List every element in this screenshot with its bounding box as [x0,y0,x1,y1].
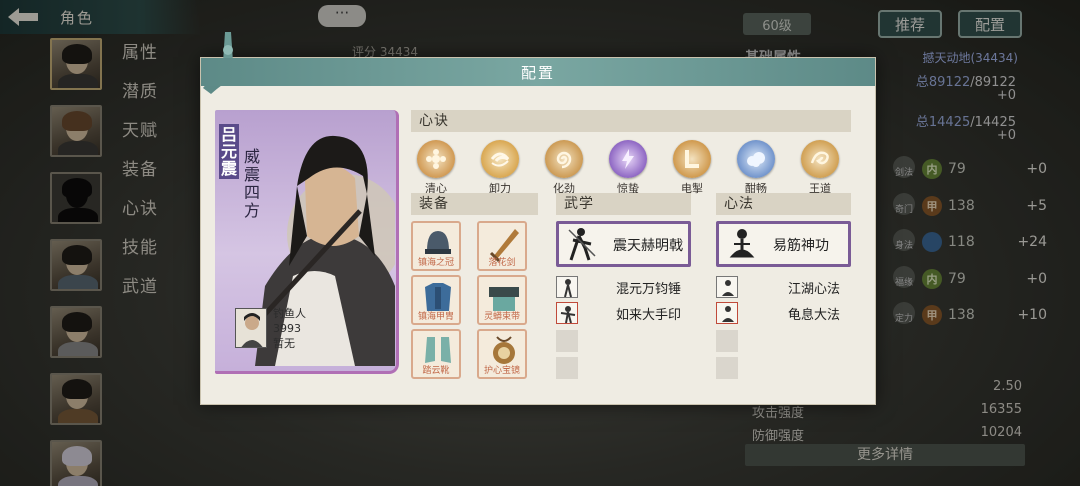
owner-status: 暂无 [273,337,295,350]
hammer-stance-icon [556,276,578,298]
palm-stance-icon [556,302,578,324]
equipment-name: 灵蟒束带 [483,312,520,322]
main-inner-art-slot[interactable]: 易筋神功 [716,221,851,267]
cloud-icon[interactable] [737,140,775,178]
main-martial-art-name: 震天赫明戟 [613,238,683,254]
owner-info: 钓鱼人 3993 暂无 [273,306,306,351]
lightning-icon[interactable] [609,140,647,178]
character-card[interactable]: 吕元震 威震四方 钓鱼人 3993 暂无 [215,110,399,374]
swirl-icon[interactable] [481,140,519,178]
amulet-slot[interactable]: 护心宝镜 [477,329,527,379]
inner-art-slot[interactable]: 江湖心法 [716,276,856,298]
character-title: 威震四方 [243,147,260,220]
equipment-name: 落花剑 [488,258,516,268]
martial-art-name: 混元万钧锤 [616,282,682,297]
armor-slot[interactable]: 镇海甲胄 [411,275,461,325]
empty-martial-art-slot[interactable] [556,330,578,352]
empty-inner-art-slot[interactable] [716,330,738,352]
martial-art-name: 如来大手印 [616,308,682,323]
spiral-icon[interactable] [545,140,583,178]
martial-art-slot[interactable]: 如来大手印 [556,302,696,324]
halberd-stance-icon [568,228,596,261]
xinjue-section-header: 心诀 [411,110,851,132]
equipment-name: 镇海之冠 [417,258,454,268]
equipment-section-header: 装备 [411,193,538,215]
meditation-small-icon [716,276,738,298]
martial-arts-section-header: 武学 [556,193,691,215]
config-dialog: 配置 吕元震 威震四方 钓鱼人 3993 暂无 心诀 清心 卸力 化劲 惊蛰 电… [200,32,876,405]
flower-icon[interactable] [417,140,455,178]
slash-icon[interactable] [673,140,711,178]
empty-martial-art-slot[interactable] [556,357,578,379]
owner-name: 钓鱼人 [273,307,306,320]
inner-art-name: 江湖心法 [788,282,841,297]
dragon-icon[interactable] [801,140,839,178]
inner-art-slot[interactable]: 龟息大法 [716,302,856,324]
meditation-icon [729,229,755,258]
equipment-name: 护心宝镜 [483,366,520,376]
character-name: 吕元震 [219,124,239,179]
weapon-slot[interactable]: 落花剑 [477,221,527,271]
equipment-name: 镇海甲胄 [417,312,454,322]
inner-art-name: 龟息大法 [788,308,841,323]
martial-art-slot[interactable]: 混元万钧锤 [556,276,696,298]
helmet-slot[interactable]: 镇海之冠 [411,221,461,271]
turtle-breath-icon [716,302,738,324]
owner-avatar [235,308,267,348]
empty-inner-art-slot[interactable] [716,357,738,379]
boots-slot[interactable]: 踏云靴 [411,329,461,379]
belt-slot[interactable]: 灵蟒束带 [477,275,527,325]
dialog-title: 配置 [201,58,875,86]
main-inner-art-name: 易筋神功 [773,238,829,254]
equipment-name: 踏云靴 [422,366,450,376]
owner-score: 3993 [273,322,301,335]
main-martial-art-slot[interactable]: 震天赫明戟 [556,221,691,267]
inner-art-section-header: 心法 [716,193,851,215]
